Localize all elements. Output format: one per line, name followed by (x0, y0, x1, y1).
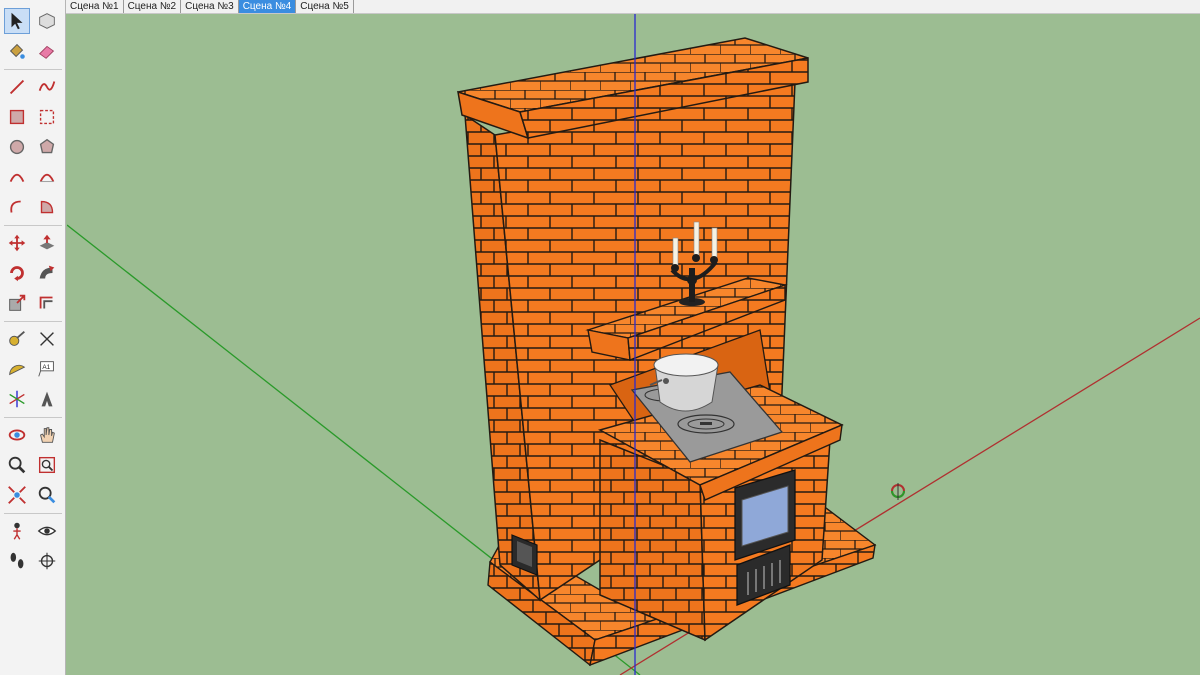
line-tool-icon[interactable] (4, 74, 30, 100)
polygon-tool-icon[interactable] (34, 134, 60, 160)
orbit-cursor-icon (891, 483, 905, 500)
position-camera-icon[interactable] (4, 518, 30, 544)
two-point-arc-icon[interactable] (34, 164, 60, 190)
move-tool-icon[interactable] (4, 230, 30, 256)
scene-tab-3[interactable]: Сцена №3 (181, 0, 239, 13)
push-pull-icon[interactable] (34, 230, 60, 256)
toolbar-separator (4, 417, 62, 418)
circle-tool-icon[interactable] (4, 134, 30, 160)
toolbar-separator (4, 225, 62, 226)
select-tool-icon[interactable] (4, 8, 30, 34)
text-tool-icon[interactable]: A1 (34, 356, 60, 382)
zoom-extents-icon[interactable] (4, 482, 30, 508)
arc-tool-icon[interactable] (4, 164, 30, 190)
3d-viewport[interactable] (67, 14, 1200, 675)
text-tool-label: A1 (42, 364, 50, 371)
model-canvas[interactable] (67, 14, 1200, 675)
cooking-pot (649, 353, 719, 412)
toolbar-separator (4, 321, 62, 322)
offset-tool-icon[interactable] (34, 290, 60, 316)
protractor-icon[interactable] (4, 356, 30, 382)
toolbar-separator (4, 513, 62, 514)
zoom-tool-icon[interactable] (4, 452, 30, 478)
paint-bucket-icon[interactable] (4, 38, 30, 64)
follow-me-icon[interactable] (34, 260, 60, 286)
previous-view-icon[interactable] (34, 482, 60, 508)
toolbar-separator (4, 69, 62, 70)
rectangle-tool-icon[interactable] (4, 104, 30, 130)
walk-tool-icon[interactable] (4, 548, 30, 574)
rotated-rectangle-icon[interactable] (34, 104, 60, 130)
scene-tab-4[interactable]: Сцена №4 (238, 0, 297, 13)
scene-tab-1[interactable]: Сцена №1 (66, 0, 124, 13)
scene-tabs-bar: Сцена №1 Сцена №2 Сцена №3 Сцена №4 Сцена №5 (66, 0, 1200, 14)
make-component-icon[interactable] (34, 8, 60, 34)
scene-tab-5[interactable]: Сцена №5 (296, 0, 354, 13)
pan-tool-icon[interactable] (34, 422, 60, 448)
three-point-arc-icon[interactable] (4, 194, 30, 220)
scene-tab-2[interactable]: Сцена №2 (124, 0, 182, 13)
eraser-icon[interactable] (34, 38, 60, 64)
orbit-tool-icon[interactable] (4, 422, 30, 448)
rotate-tool-icon[interactable] (4, 260, 30, 286)
tape-measure-icon[interactable] (4, 326, 30, 352)
tool-palette: A1 (0, 0, 66, 675)
freehand-tool-icon[interactable] (34, 74, 60, 100)
scale-tool-icon[interactable] (4, 290, 30, 316)
pie-tool-icon[interactable] (34, 194, 60, 220)
dimension-tool-icon[interactable] (34, 326, 60, 352)
section-plane-icon[interactable] (34, 548, 60, 574)
axes-tool-icon[interactable] (4, 386, 30, 412)
3d-text-icon[interactable] (34, 386, 60, 412)
zoom-window-icon[interactable] (34, 452, 60, 478)
look-around-icon[interactable] (34, 518, 60, 544)
